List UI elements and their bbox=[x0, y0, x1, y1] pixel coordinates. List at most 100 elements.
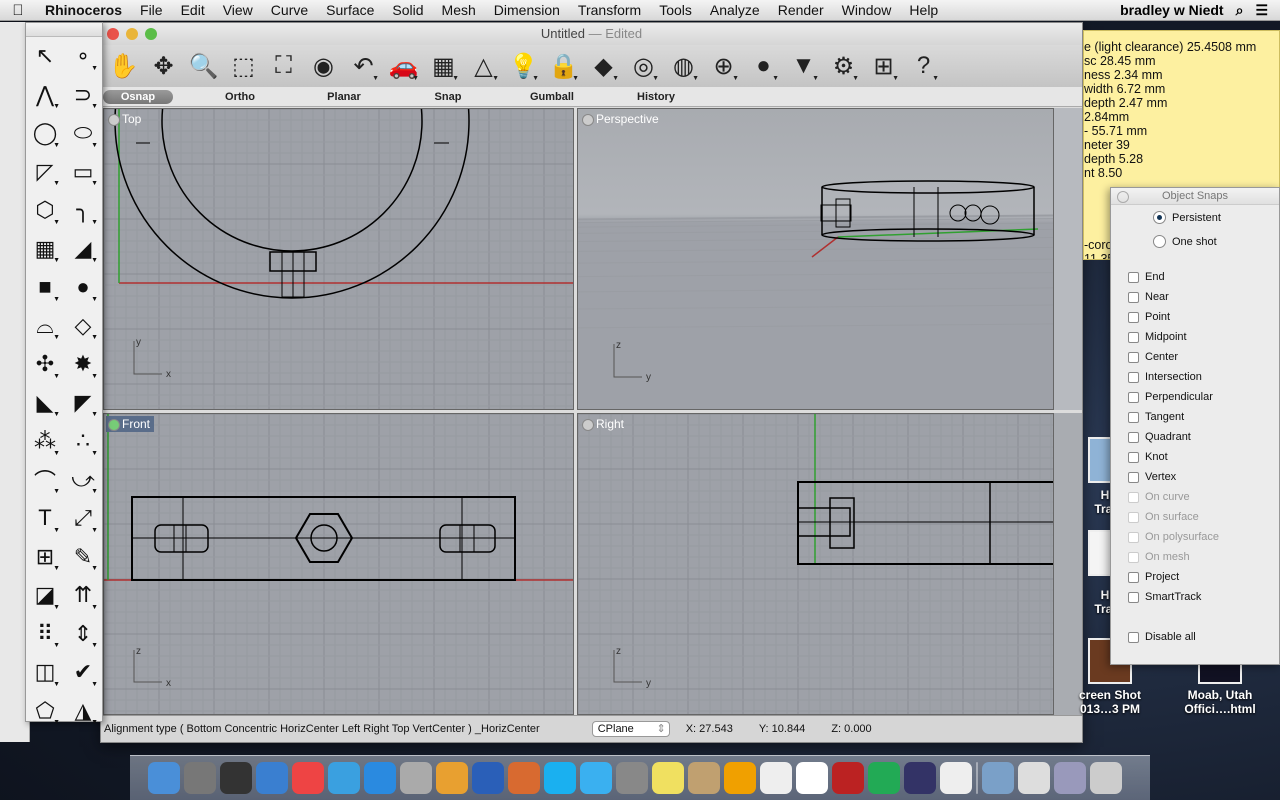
menu-analyze[interactable]: Analyze bbox=[701, 2, 769, 18]
fillet-curve-tool[interactable]: ╮ ▼ bbox=[64, 191, 102, 230]
undo-view-button[interactable]: ↶ ▼ bbox=[345, 48, 382, 84]
arc-tool[interactable]: ◸ ▼ bbox=[26, 153, 64, 192]
checkbox[interactable] bbox=[1128, 431, 1139, 443]
viewport-perspective[interactable]: Perspective zy bbox=[577, 108, 1054, 410]
rhino-icon[interactable] bbox=[400, 762, 432, 794]
menu-dimension[interactable]: Dimension bbox=[485, 2, 569, 18]
cylinder-tool[interactable]: ⌓ ▼ bbox=[26, 307, 64, 346]
gear-button[interactable]: ⚙ ▼ bbox=[825, 48, 862, 84]
checkbox[interactable] bbox=[1128, 491, 1139, 503]
word-icon[interactable] bbox=[472, 762, 504, 794]
preview-icon[interactable] bbox=[688, 762, 720, 794]
time-machine-icon[interactable] bbox=[868, 762, 900, 794]
hand-pan-button[interactable]: ✋ bbox=[105, 48, 142, 84]
radio-button[interactable] bbox=[1153, 235, 1166, 248]
snap-mode-one-shot[interactable]: One shot bbox=[1153, 235, 1217, 248]
viewport-label-top[interactable]: Top bbox=[106, 111, 145, 127]
box-tool[interactable]: ■ ▼ bbox=[26, 268, 64, 307]
solitaire-icon[interactable] bbox=[940, 762, 972, 794]
menu-view[interactable]: View bbox=[214, 2, 262, 18]
checkbox[interactable] bbox=[1128, 311, 1139, 323]
circle-tool[interactable]: ◯ ▼ bbox=[26, 114, 64, 153]
checkbox[interactable] bbox=[1128, 291, 1139, 303]
scale-tool[interactable]: ⤢ ▼ bbox=[64, 499, 102, 538]
select-arrow-tool[interactable]: ↖ bbox=[26, 37, 64, 76]
snap-point[interactable]: Point bbox=[1128, 311, 1170, 323]
fillet-edge-tool[interactable]: ⌒ ▼ bbox=[26, 461, 64, 500]
checkbox[interactable] bbox=[1128, 351, 1139, 363]
close-button[interactable] bbox=[107, 28, 119, 40]
solid-edit-tool[interactable]: ◪ ▼ bbox=[26, 576, 64, 615]
lightbulb-button[interactable]: 💡 ▼ bbox=[505, 48, 542, 84]
cplane-select[interactable]: CPlane ⇕ bbox=[591, 721, 670, 737]
viewport-label-front[interactable]: Front bbox=[106, 416, 155, 432]
checkbox[interactable] bbox=[1128, 551, 1139, 563]
file-icon[interactable] bbox=[1018, 762, 1050, 794]
menu-render[interactable]: Render bbox=[769, 2, 833, 18]
trim-tool[interactable]: ◣ ▼ bbox=[26, 384, 64, 423]
checkbox[interactable] bbox=[1128, 591, 1139, 603]
snap-disable-all[interactable]: Disable all bbox=[1128, 631, 1196, 643]
app-store-icon[interactable] bbox=[364, 762, 396, 794]
downloads-icon[interactable] bbox=[1054, 762, 1086, 794]
menu-window[interactable]: Window bbox=[833, 2, 901, 18]
menu-surface[interactable]: Surface bbox=[317, 2, 383, 18]
audacity-icon[interactable] bbox=[724, 762, 756, 794]
checkbox[interactable] bbox=[1128, 571, 1139, 583]
boolean-union-tool[interactable]: ⁂ ▼ bbox=[26, 422, 64, 461]
checkbox[interactable] bbox=[1128, 451, 1139, 463]
snap-near[interactable]: Near bbox=[1128, 291, 1169, 303]
snap-knot[interactable]: Knot bbox=[1128, 451, 1168, 463]
spheres-tool[interactable]: ● ▼ bbox=[64, 268, 102, 307]
globe-button[interactable]: ⊕ ▼ bbox=[705, 48, 742, 84]
snap-project[interactable]: Project bbox=[1128, 571, 1179, 583]
snap-center[interactable]: Center bbox=[1128, 351, 1178, 363]
solid-shape-tool[interactable]: ⬠ ▼ bbox=[26, 692, 64, 731]
pixelmator-icon[interactable] bbox=[436, 762, 468, 794]
menu-solid[interactable]: Solid bbox=[383, 2, 432, 18]
surface-mesh-tool[interactable]: ◇ ▼ bbox=[64, 307, 102, 346]
finder-icon[interactable] bbox=[148, 762, 180, 794]
menu-help[interactable]: Help bbox=[900, 2, 947, 18]
shapes-button[interactable]: △ ▼ bbox=[465, 48, 502, 84]
snap-perpendicular[interactable]: Perpendicular bbox=[1128, 391, 1213, 403]
checkbox[interactable] bbox=[1128, 631, 1139, 643]
toggle-gumball[interactable]: Gumball bbox=[500, 91, 604, 103]
checkbox[interactable] bbox=[1128, 411, 1139, 423]
photo-booth-icon[interactable] bbox=[832, 762, 864, 794]
bend-tool[interactable]: ◫ ▼ bbox=[26, 653, 64, 692]
split-tool[interactable]: ◤ ▼ bbox=[64, 384, 102, 423]
snap-on-mesh[interactable]: On mesh bbox=[1128, 551, 1190, 563]
skype-icon[interactable] bbox=[544, 762, 576, 794]
apple-menu[interactable]:  bbox=[0, 2, 36, 19]
stickies-icon[interactable] bbox=[652, 762, 684, 794]
extrude-arrows-tool[interactable]: ⇈ ▼ bbox=[64, 576, 102, 615]
zoom-window-button[interactable]: ⬚ bbox=[225, 48, 262, 84]
photos-icon[interactable] bbox=[904, 762, 936, 794]
menu-tools[interactable]: Tools bbox=[650, 2, 701, 18]
array-grid-tool[interactable]: ⠿ ▼ bbox=[26, 615, 64, 654]
snap-end[interactable]: End bbox=[1128, 271, 1165, 283]
checkbox[interactable] bbox=[1128, 271, 1139, 283]
chrome-icon[interactable] bbox=[292, 762, 324, 794]
point-tool[interactable]: ∘ ▼ bbox=[64, 37, 102, 76]
toggle-snap[interactable]: Snap bbox=[396, 91, 500, 103]
surface-points-tool[interactable]: ▦ ▼ bbox=[26, 230, 64, 269]
color-wheel-button[interactable]: ◎ ▼ bbox=[625, 48, 662, 84]
messages-icon[interactable] bbox=[580, 762, 612, 794]
car-button[interactable]: 🚗 ▼ bbox=[385, 48, 422, 84]
palette-title-bar[interactable] bbox=[26, 23, 102, 37]
cplane-grid-button[interactable]: ▦ ▼ bbox=[425, 48, 462, 84]
boolean-points-tool[interactable]: ∴ ▼ bbox=[64, 422, 102, 461]
snap-tangent[interactable]: Tangent bbox=[1128, 411, 1184, 423]
spotlight-search-icon[interactable]: ⌕ bbox=[1236, 2, 1244, 19]
powerpoint-icon[interactable] bbox=[508, 762, 540, 794]
polyline-tool[interactable]: ⋀ ▼ bbox=[26, 76, 64, 115]
menu-mesh[interactable]: Mesh bbox=[433, 2, 485, 18]
launchpad-icon[interactable] bbox=[184, 762, 216, 794]
loft-surface-tool[interactable]: ◢ ▼ bbox=[64, 230, 102, 269]
paint-tool[interactable]: ◮ ▼ bbox=[64, 692, 102, 731]
calendar-icon[interactable] bbox=[760, 762, 792, 794]
explode-tool[interactable]: ✸ ▼ bbox=[64, 345, 102, 384]
render-cone-button[interactable]: ▼ ▼ bbox=[785, 48, 822, 84]
